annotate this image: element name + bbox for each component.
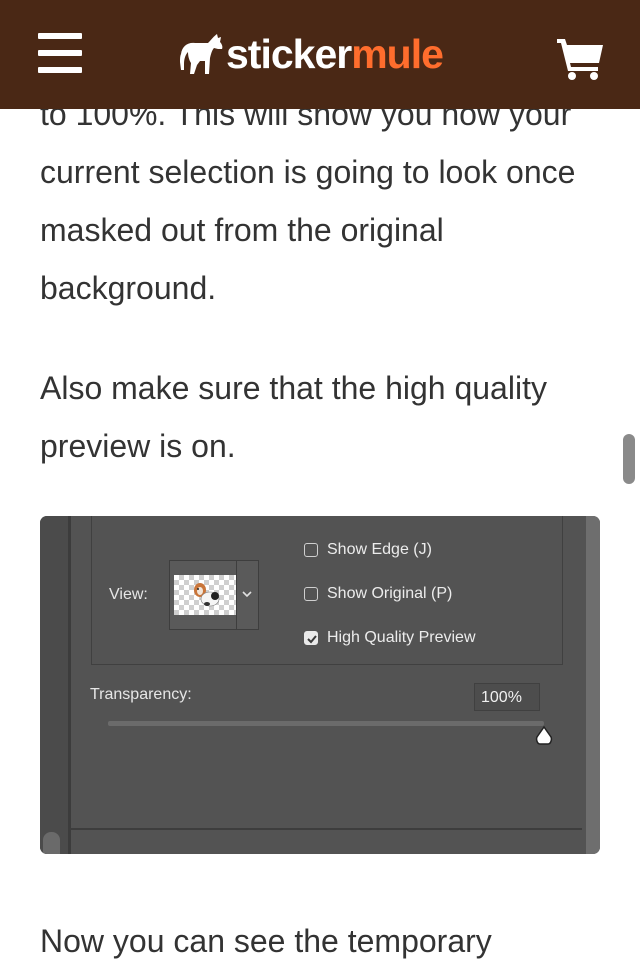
checkbox-label: High Quality Preview bbox=[327, 629, 476, 646]
photoshop-screenshot-image: ​ View: Show Edge (J) Show Original (P) bbox=[40, 516, 600, 854]
transparency-slider-track bbox=[108, 721, 544, 726]
checkbox-checked-icon bbox=[304, 631, 318, 645]
page-scrollbar-thumb[interactable] bbox=[623, 434, 635, 484]
transparency-label: Transparency: bbox=[90, 686, 192, 703]
checkbox-label: Show Original (P) bbox=[327, 585, 453, 602]
panel-divider bbox=[70, 828, 582, 830]
logo-text-sticker: sticker bbox=[226, 31, 352, 77]
chevron-down-icon bbox=[242, 591, 252, 598]
article-paragraph: to 100%. This will show you how your cur… bbox=[40, 96, 576, 306]
slider-thumb-icon bbox=[535, 725, 553, 745]
article-paragraph: Also make sure that the high quality pre… bbox=[40, 370, 547, 464]
checkbox-unchecked-icon bbox=[304, 587, 318, 601]
panel-scroll-thumb bbox=[43, 832, 60, 854]
view-mode-thumbnail bbox=[174, 575, 236, 615]
site-header: stickermule bbox=[0, 0, 640, 109]
shopping-cart-icon[interactable] bbox=[555, 36, 605, 80]
view-label: View: bbox=[109, 586, 148, 603]
view-mode-dropdown bbox=[169, 560, 259, 630]
dog-thumbnail-icon bbox=[194, 583, 220, 607]
article-paragraph: Now you can see the temporary bbox=[40, 923, 492, 959]
transparency-value-field: 100% bbox=[474, 683, 540, 711]
show-original-checkbox: Show Original (P) bbox=[304, 582, 452, 606]
show-edge-checkbox: Show Edge (J) bbox=[304, 538, 432, 562]
panel-left-edge bbox=[40, 516, 71, 854]
dropdown-divider bbox=[236, 561, 237, 629]
high-quality-preview-checkbox: High Quality Preview bbox=[304, 626, 476, 650]
mule-logo-icon bbox=[180, 34, 223, 74]
panel-right-edge bbox=[586, 516, 600, 854]
logo-text-mule: mule bbox=[351, 31, 444, 77]
stickermule-logo[interactable]: stickermule bbox=[178, 30, 444, 78]
hamburger-menu-icon[interactable] bbox=[38, 33, 82, 73]
checkbox-unchecked-icon bbox=[304, 543, 318, 557]
logo-wordmark: stickermule bbox=[226, 30, 444, 78]
checkbox-label: Show Edge (J) bbox=[327, 541, 432, 558]
